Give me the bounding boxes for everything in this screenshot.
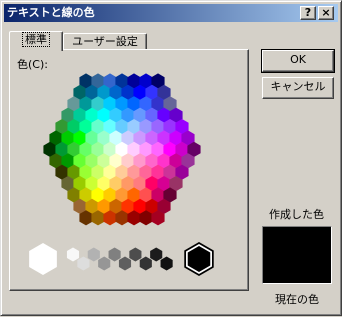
gray-swatch[interactable] — [98, 256, 111, 271]
gray-swatch[interactable] — [87, 247, 100, 262]
gray-swatch[interactable] — [118, 256, 132, 271]
gray-swatch[interactable] — [77, 256, 90, 271]
color-swatch-white[interactable] — [29, 243, 57, 275]
gray-swatch[interactable] — [66, 247, 80, 262]
gray-swatch[interactable] — [139, 256, 152, 271]
gray-swatch[interactable] — [129, 247, 142, 262]
color-palette[interactable] — [1, 1, 342, 317]
gray-swatch[interactable] — [160, 256, 173, 271]
dialog-window: テキストと線の色 ? × 標準 ユーザー設定 色(C): OK キャンセル 作成… — [0, 0, 342, 316]
gray-swatch[interactable] — [108, 247, 121, 262]
gray-swatch[interactable] — [150, 247, 163, 262]
